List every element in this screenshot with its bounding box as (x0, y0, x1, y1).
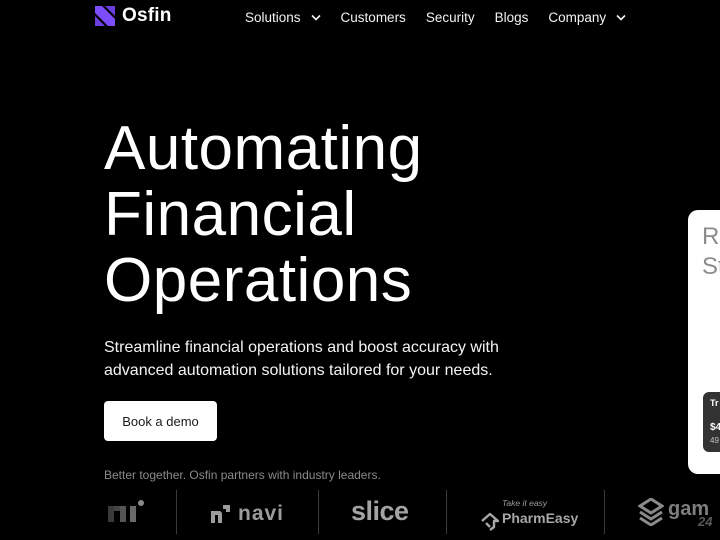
games24x7-suffix: 24 (698, 514, 713, 529)
hero-title-line: Operations (104, 246, 413, 315)
logo-divider (604, 490, 605, 534)
osfin-logo-icon (94, 5, 116, 27)
partner-logo-navi: navi (210, 502, 284, 526)
feature-card-title: Re St (702, 222, 720, 282)
hero-subtitle: Streamline financial operations and boos… (104, 339, 499, 379)
nav-item-blogs[interactable]: Blogs (495, 10, 529, 25)
slice-text: slice (351, 496, 409, 526)
hero-title-line: Financial (104, 180, 357, 249)
chevron-down-icon (616, 14, 626, 21)
feature-card-title-line: Re (702, 223, 720, 250)
navi-text: navi (238, 502, 285, 525)
mini-card-value: $4 (710, 422, 720, 433)
navi-mark-icon (211, 505, 230, 523)
nav-item-label: Company (548, 9, 607, 25)
nav-item-company[interactable]: Company (548, 10, 626, 25)
logo-divider (446, 490, 447, 534)
top-nav: Osfin Solutions Customers Security Blogs… (0, 0, 720, 34)
games24x7-mark-icon (638, 498, 664, 526)
nav-item-customers[interactable]: Customers (341, 10, 406, 25)
pharmeasy-text: PharmEasy (502, 510, 579, 526)
chevron-down-icon (310, 14, 321, 21)
pharmeasy-tagline: Take it easy (502, 498, 548, 508)
nav-item-label: Solutions (245, 9, 301, 25)
ni-logo-icon (108, 500, 144, 522)
feature-card: Re St Tr $4 49 (688, 210, 720, 474)
partner-logo-slice: slice (351, 496, 409, 527)
brand-name: Osfin (122, 5, 172, 26)
page: Osfin Solutions Customers Security Blogs… (0, 0, 720, 540)
partner-logos-strip: navi slice Take it easy PharmEasy gam 24 (0, 488, 720, 540)
logo-divider (176, 490, 177, 534)
nav-item-label: Security (425, 9, 475, 25)
feature-card-title-line: St (702, 253, 720, 280)
nav-item-solutions[interactable]: Solutions (245, 10, 321, 25)
partners-label: Better together. Osfin partners with ind… (104, 468, 381, 482)
transaction-mini-card: Tr $4 49 (703, 392, 720, 452)
nav-item-label: Blogs (494, 9, 529, 25)
hero-title-line: Automating (104, 114, 423, 183)
brand-logo[interactable]: Osfin (94, 5, 172, 27)
partner-logo-ni (108, 500, 146, 524)
mini-card-title: Tr (710, 398, 719, 408)
pharmeasy-mark-icon (481, 512, 500, 531)
hero-title: Automating Financial Operations (104, 116, 423, 314)
nav-links: Solutions Customers Security Blogs Compa… (245, 0, 646, 34)
nav-item-security[interactable]: Security (426, 10, 475, 25)
book-demo-button[interactable]: Book a demo (104, 401, 217, 441)
mini-card-subvalue: 49 (710, 436, 719, 445)
logo-divider (318, 490, 319, 534)
nav-item-label: Customers (340, 9, 406, 25)
